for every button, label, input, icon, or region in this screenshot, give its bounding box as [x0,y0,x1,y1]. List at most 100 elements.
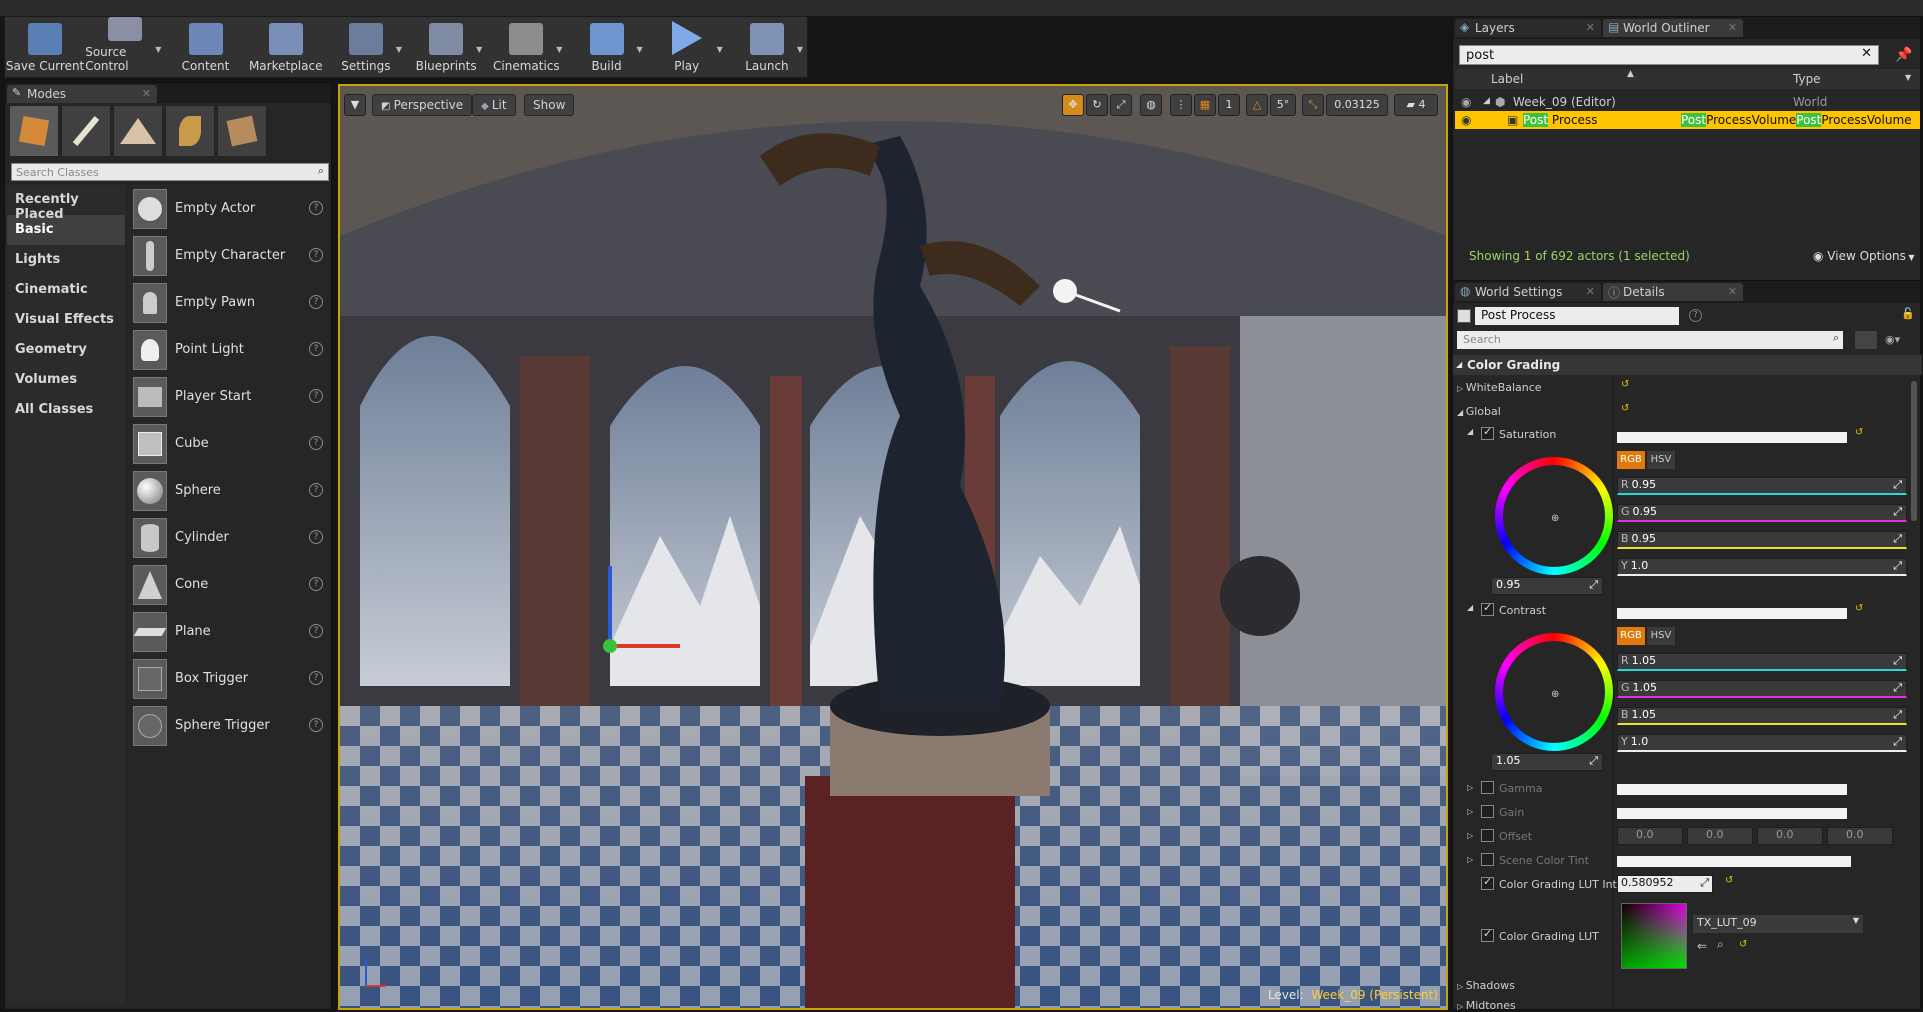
chevron-down-icon[interactable]: ▼ [717,45,723,54]
chevron-down-icon[interactable]: ▼ [1905,73,1911,82]
color-grading-section[interactable]: ◢ Color Grading [1453,355,1922,375]
contrast-checkbox[interactable] [1481,601,1494,616]
help-icon[interactable]: ? [309,624,323,638]
world-local-icon[interactable]: ◍ [1140,94,1162,116]
close-icon[interactable]: ✕ [1586,285,1595,298]
help-icon[interactable]: ? [309,483,323,497]
scale-snap-icon[interactable]: ⤡ [1302,94,1324,116]
type-column-header[interactable]: Type [1793,72,1821,86]
view-options-button[interactable]: ◉ View Options ▼ [1813,249,1915,263]
pin-icon[interactable]: 📌 [1895,47,1912,63]
collapse-arrow-icon[interactable]: ◢ [1467,427,1473,436]
list-item[interactable]: Player Start? [127,373,329,420]
category-geometry[interactable]: Geometry [7,335,125,365]
chevron-down-icon[interactable]: ▼ [556,45,562,54]
browse-asset-icon[interactable]: ⌕ [1717,937,1724,952]
level-viewport[interactable]: ▼ ◩ Perspective ◆ Lit Show ✥ ↻ ⤢ ◍ ⋮ ▦ 1… [338,84,1448,1010]
grid-snap-icon[interactable]: ▦ [1194,94,1216,116]
tab-world-settings[interactable]: ◍ World Settings ✕ [1455,283,1601,301]
list-item[interactable]: Box Trigger? [127,655,329,702]
list-item[interactable]: Sphere Trigger? [127,702,329,749]
list-item[interactable]: Cube? [127,420,329,467]
saturation-checkbox[interactable] [1481,425,1494,440]
save-current-button[interactable]: Save Current [5,17,85,77]
expand-arrow-icon[interactable]: ▷ [1467,783,1473,792]
help-icon[interactable]: ? [309,530,323,544]
use-selected-asset-icon[interactable]: ⇐ [1697,939,1707,953]
lut-intensity-field[interactable]: 0.580952 ⤢ [1617,875,1713,893]
rotation-snap-value[interactable]: 5° [1270,94,1296,116]
camera-speed-button[interactable]: ▰ 4 [1394,94,1438,116]
help-icon[interactable]: ? [309,201,323,215]
chevron-down-icon[interactable]: ▼ [476,45,482,54]
help-icon[interactable]: ? [309,436,323,450]
offset-y-field[interactable]: 0.0 [1827,827,1893,845]
midtones-row[interactable]: ▷ Midtones [1457,999,1516,1012]
outliner-search-input[interactable]: post ✕ [1459,45,1879,65]
source-control-button[interactable]: Source Control ▼ [85,17,165,77]
lut-intensity-checkbox[interactable] [1481,875,1494,890]
help-icon[interactable]: ? [309,671,323,685]
saturation-wheel-value[interactable]: 0.95 ⤢ [1491,577,1603,595]
offset-b-field[interactable]: 0.0 [1757,827,1823,845]
expand-arrow-icon[interactable]: ▷ [1467,855,1473,864]
help-icon[interactable]: ? [309,577,323,591]
reset-icon[interactable]: ↺ [1739,939,1747,950]
list-item[interactable]: Empty Pawn? [127,279,329,326]
expand-arrow-icon[interactable]: ▷ [1467,831,1473,840]
rotation-snap-icon[interactable]: △ [1246,94,1268,116]
show-button[interactable]: Show [524,94,575,116]
scene-color-tint-checkbox[interactable] [1481,853,1494,866]
list-item[interactable]: Cone? [127,561,329,608]
place-mode-button[interactable] [9,105,59,157]
white-balance-row[interactable]: ▷ WhiteBalance [1457,381,1542,394]
shadows-row[interactable]: ▷ Shadows [1457,979,1515,992]
close-icon[interactable]: ✕ [1586,21,1595,34]
lit-button[interactable]: ◆ Lit [472,94,516,116]
reset-icon[interactable]: ↺ [1621,403,1629,414]
help-icon[interactable]: ? [309,295,323,309]
list-item[interactable]: Cylinder? [127,514,329,561]
blueprints-button[interactable]: Blueprints ▼ [406,17,486,77]
global-row[interactable]: ◢ Global [1457,405,1501,418]
reset-icon[interactable]: ↺ [1855,427,1863,438]
help-icon[interactable]: ? [309,342,323,356]
contrast-wheel-value[interactable]: 1.05 ⤢ [1491,753,1603,771]
viewport-options-button[interactable]: ▼ [344,94,366,116]
eye-icon[interactable]: ◉ [1461,113,1471,127]
close-icon[interactable]: ✕ [1728,21,1737,34]
list-item[interactable]: Empty Actor? [127,185,329,232]
property-matrix-icon[interactable] [1855,331,1877,349]
tab-world-outliner[interactable]: ▤ World Outliner ✕ [1603,19,1743,37]
play-button[interactable]: Play ▼ [647,17,727,77]
reset-icon[interactable]: ↺ [1725,875,1733,886]
build-button[interactable]: Build ▼ [566,17,646,77]
list-item[interactable]: Plane? [127,608,329,655]
tab-details[interactable]: ⓘ Details ✕ [1603,283,1743,301]
contrast-b-channel[interactable]: B 1.05 ⤢ [1617,707,1907,725]
gain-checkbox[interactable] [1481,805,1494,818]
help-icon[interactable]: ? [309,248,323,262]
list-item[interactable]: Point Light? [127,326,329,373]
expand-arrow-icon[interactable]: ▷ [1467,807,1473,816]
rgb-toggle[interactable]: RGB [1617,451,1645,469]
scale-icon[interactable]: ⤢ [1110,94,1132,116]
scale-snap-value[interactable]: 0.03125 [1326,94,1388,116]
settings-button[interactable]: Settings ▼ [326,17,406,77]
close-icon[interactable]: ✕ [142,87,151,100]
content-button[interactable]: Content [165,17,245,77]
hsv-toggle[interactable]: HSV [1647,451,1675,469]
reset-icon[interactable]: ↺ [1621,379,1629,390]
list-item[interactable]: Empty Character? [127,232,329,279]
lut-checkbox[interactable] [1481,927,1494,942]
contrast-color-swatch[interactable] [1617,608,1847,619]
gamma-color-swatch[interactable] [1617,784,1847,795]
saturation-y-channel[interactable]: Y 1.0 ⤢ [1617,558,1907,576]
gamma-checkbox[interactable] [1481,781,1494,794]
grid-snap-value[interactable]: 1 [1218,94,1240,116]
rotate-icon[interactable]: ↻ [1086,94,1108,116]
category-volumes[interactable]: Volumes [7,365,125,395]
table-row[interactable]: ◉ ◢ ⬢ Week_09 (Editor) World [1455,93,1920,111]
rgb-toggle[interactable]: RGB [1617,627,1645,645]
chevron-down-icon[interactable]: ▼ [797,45,803,54]
